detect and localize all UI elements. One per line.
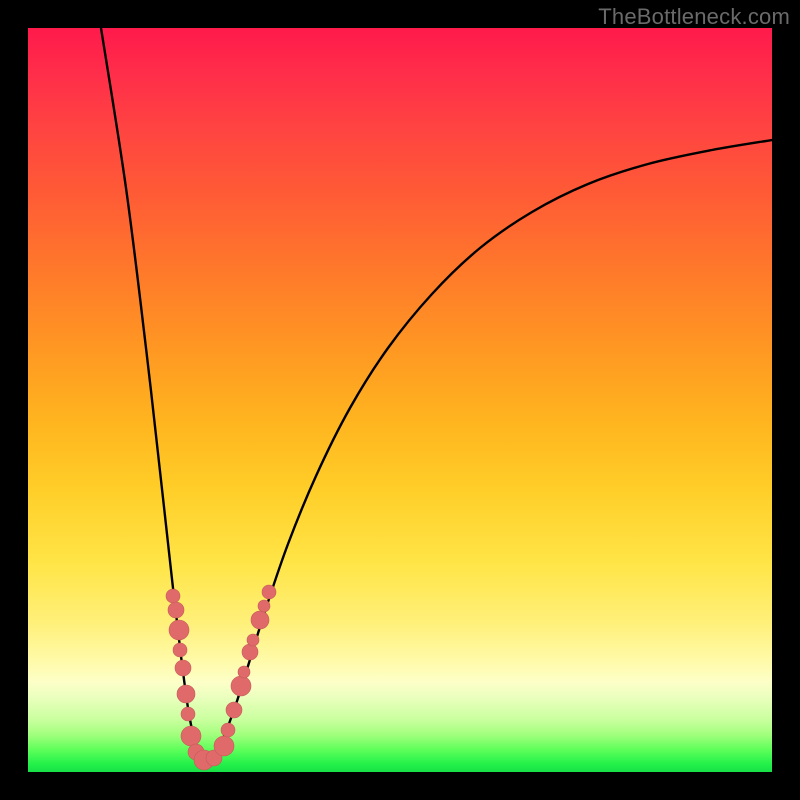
bead-cluster (166, 585, 276, 770)
plot-area (28, 28, 772, 772)
bead-marker (214, 736, 234, 756)
bead-marker (262, 585, 276, 599)
bead-marker (173, 643, 187, 657)
curve-overlay (28, 28, 772, 772)
bead-marker (168, 602, 184, 618)
bead-marker (258, 600, 270, 612)
bead-marker (238, 666, 250, 678)
bead-marker (175, 660, 191, 676)
bead-marker (181, 707, 195, 721)
bead-marker (242, 644, 258, 660)
bead-marker (231, 676, 251, 696)
watermark-text: TheBottleneck.com (598, 4, 790, 30)
bead-marker (166, 589, 180, 603)
bead-marker (247, 634, 259, 646)
image-frame: TheBottleneck.com (0, 0, 800, 800)
bead-marker (181, 726, 201, 746)
bead-marker (177, 685, 195, 703)
bead-marker (221, 723, 235, 737)
bead-marker (226, 702, 242, 718)
bead-marker (251, 611, 269, 629)
bead-marker (169, 620, 189, 640)
bottleneck-curve-path (101, 28, 772, 760)
